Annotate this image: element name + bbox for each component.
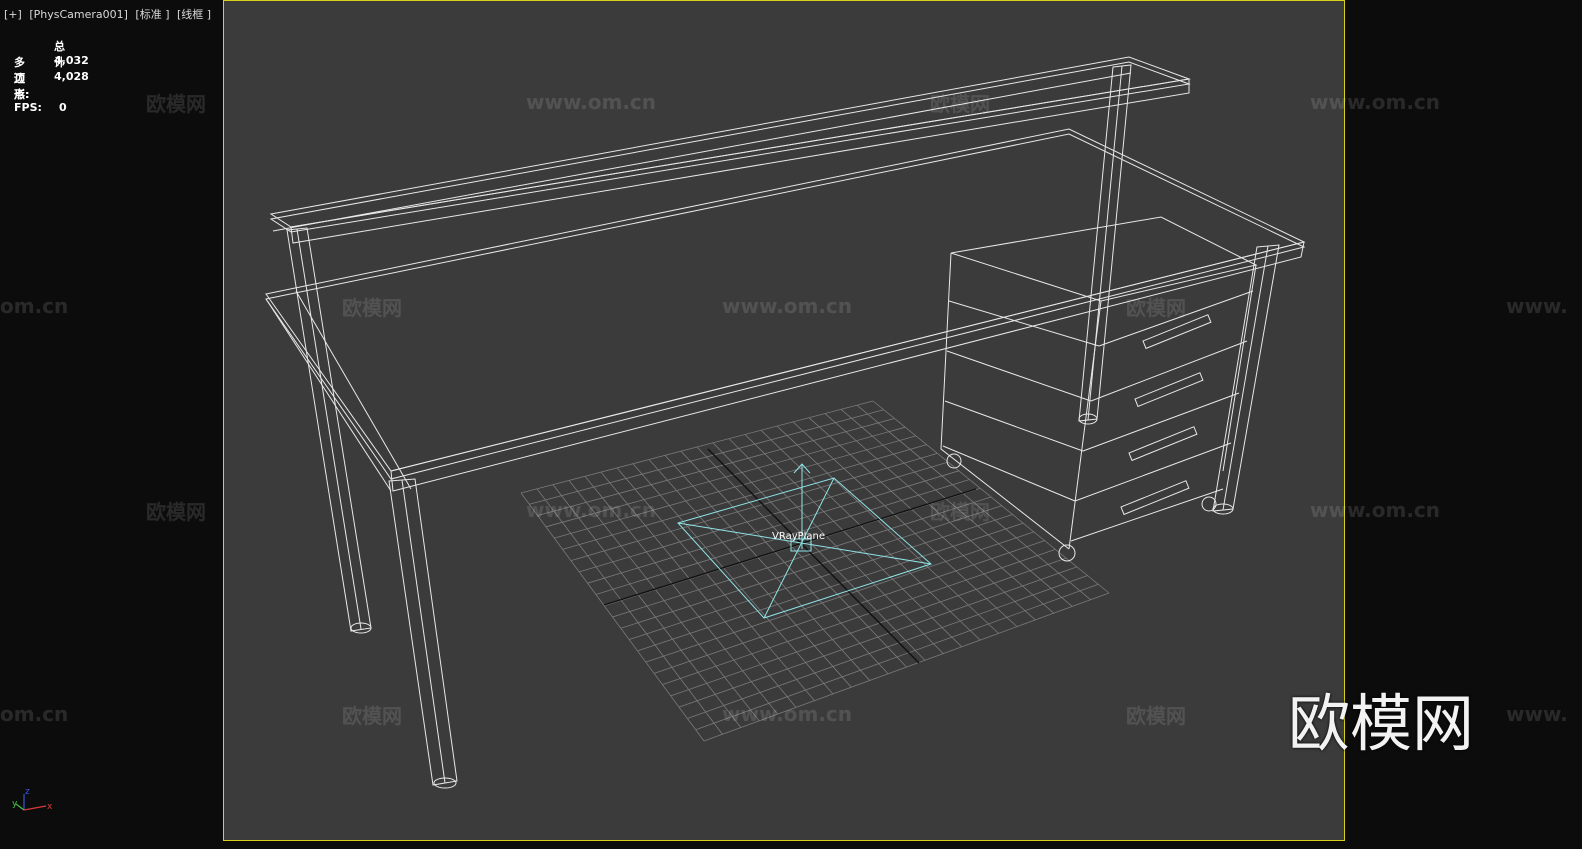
axis-x-label: x <box>47 802 53 812</box>
axis-z-label: z <box>25 787 30 797</box>
fps-value: 0 <box>59 101 67 114</box>
watermark-cn: 欧模网 <box>342 704 402 728</box>
stats-vertices-label: 顶点: <box>14 72 30 101</box>
watermark-cn: 欧模网 <box>146 92 206 116</box>
watermark-brand-logo: 欧模网 <box>1288 687 1475 760</box>
watermark-cn: 欧模网 <box>342 296 402 320</box>
floor-grid <box>520 400 1110 742</box>
watermark-cn: 欧模网 <box>930 500 990 524</box>
axis-y-label: y <box>12 799 18 809</box>
watermark-url: www.om.cn <box>526 90 657 114</box>
watermark-url: www.om.cn <box>526 498 657 522</box>
viewport-label: [+] [PhysCamera001] [标准 ] [线框 ] <box>4 6 215 22</box>
watermark-url: www.om.cn <box>722 702 853 726</box>
watermark-url: www.om.cn <box>722 294 853 318</box>
grid-line <box>872 400 1110 594</box>
watermark-url-partial: om.cn <box>0 702 69 726</box>
vrayplane-label: VRayPlane <box>772 531 825 542</box>
desk-wireframe <box>265 56 1306 789</box>
viewport-camera-menu[interactable]: [PhysCamera001] <box>29 8 128 21</box>
watermark-url: www.om.cn <box>1310 498 1441 522</box>
watermark-cn: 欧模网 <box>1126 296 1186 320</box>
viewport-shading-standard-menu[interactable]: [标准 ] <box>135 8 169 21</box>
watermark-cn: 欧模网 <box>1126 704 1186 728</box>
stats-vertices-value: 4,028 <box>54 70 89 83</box>
fps-label: FPS: <box>14 101 42 114</box>
watermark-cn: 欧模网 <box>930 92 990 116</box>
watermark-url-partial: om.cn <box>0 294 69 318</box>
watermark-url-partial: www. <box>1506 702 1568 726</box>
stats-polygons-value: 4,032 <box>54 54 89 67</box>
fps-readout: FPS: 0 <box>14 101 67 114</box>
axis-x-line <box>23 805 47 811</box>
watermark-url: www.om.cn <box>1310 90 1441 114</box>
viewport-shading-wireframe-menu[interactable]: [线框 ] <box>177 8 211 21</box>
grid-axis-x <box>603 488 977 606</box>
axis-gizmo: z y x <box>12 787 53 812</box>
viewport-plus-menu[interactable]: [+] <box>4 8 22 21</box>
watermark-url-partial: www. <box>1506 294 1568 318</box>
watermark-cn: 欧模网 <box>146 500 206 524</box>
